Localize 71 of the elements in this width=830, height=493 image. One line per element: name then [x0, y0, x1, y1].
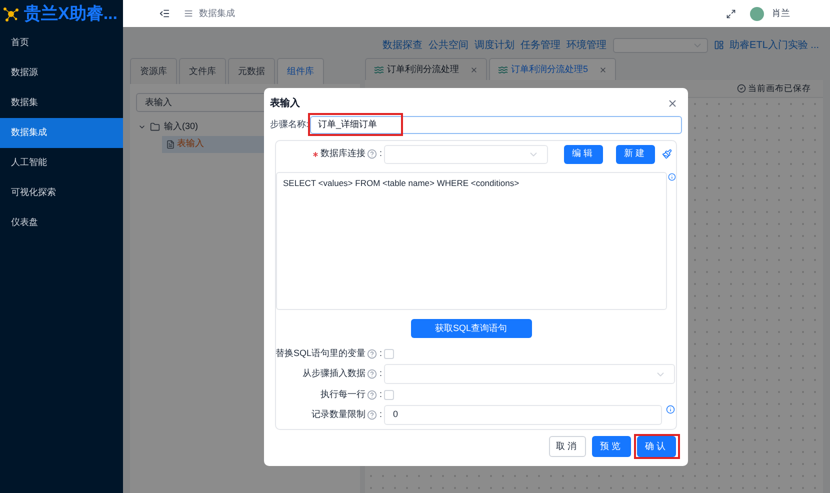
checkbox[interactable] [384, 349, 394, 359]
dialog-button[interactable]: 取消 [549, 436, 586, 457]
sidebar-item[interactable]: 人工智能 [0, 148, 123, 178]
label-colon: : [379, 388, 383, 402]
brand-title: 贵兰X助睿... [24, 3, 118, 26]
nav-link[interactable]: 环境管理 [566, 38, 607, 52]
project-link[interactable]: 助睿ETL入门实验 ... [730, 38, 819, 52]
action-button[interactable]: 编辑 [564, 144, 603, 164]
info-icon [668, 173, 676, 181]
collapse-menu-icon[interactable] [159, 8, 170, 19]
label-colon: : [379, 147, 383, 160]
flow-icon [498, 64, 508, 74]
field-label: 步骤名称: [270, 118, 310, 132]
nav-link[interactable]: 任务管理 [520, 38, 561, 52]
nav-link[interactable]: 调度计划 [474, 38, 515, 52]
library-tab[interactable]: 元数据 [228, 58, 275, 84]
breadcrumb[interactable]: 数据集成 [199, 6, 235, 20]
input-field[interactable]: 0 [384, 405, 662, 425]
folder-icon [150, 122, 160, 132]
fetch-sql-button[interactable]: 获取SQL查询语句 [410, 319, 532, 338]
canvas-tab[interactable]: 订单利润分流处理5 [489, 58, 616, 80]
canvas-tab[interactable]: 订单利润分流处理 [365, 58, 487, 80]
nav-link[interactable]: 公共空间 [428, 38, 469, 52]
sidebar-item[interactable]: 首页 [0, 28, 123, 58]
sidebar-item[interactable]: 可视化探索 [0, 178, 123, 208]
dialog-button[interactable]: 预览 [592, 436, 631, 457]
close-icon[interactable] [470, 66, 478, 74]
field-label: 替换SQL语句里的变量 [275, 347, 366, 360]
label-colon: : [379, 408, 383, 422]
user-name[interactable]: 肖兰 [772, 6, 790, 20]
select-field[interactable] [384, 144, 548, 164]
sidebar-item[interactable]: 数据集成 [0, 118, 123, 148]
panel-icon [714, 40, 724, 50]
flow-icon [374, 64, 384, 74]
select-field[interactable] [612, 38, 708, 52]
info-icon [666, 404, 675, 414]
field-label: 从步骤插入数据 [302, 367, 366, 380]
label-colon: : [379, 347, 383, 360]
dialog-title: 表输入 [270, 96, 300, 110]
help-icon [367, 149, 378, 159]
list-icon [184, 9, 193, 18]
help-icon [367, 390, 378, 400]
help-icon [367, 349, 378, 359]
step-name-field[interactable]: 订单_详细订单 [310, 116, 682, 134]
brush-icon[interactable] [662, 149, 672, 159]
checkbox[interactable] [384, 390, 394, 400]
help-icon [367, 369, 378, 379]
label-colon: : [379, 367, 383, 380]
save-status: 当前画布已保存 [748, 82, 811, 95]
field-label: 记录数量限制 [311, 408, 366, 422]
library-tab[interactable]: 资源库 [130, 58, 177, 84]
action-button[interactable]: 新建 [616, 144, 655, 164]
close-icon[interactable] [599, 66, 608, 74]
tree-item[interactable]: 输入(30) [164, 120, 198, 134]
nav-link[interactable]: 数据探查 [382, 38, 423, 52]
help-icon [367, 410, 378, 420]
table-icon [166, 140, 175, 148]
logo-icon [2, 5, 20, 23]
sidebar-item[interactable]: 数据集 [0, 88, 123, 118]
field-label: 执行每一行 [320, 388, 366, 402]
sql-editor[interactable]: SELECT <values> FROM <table name> WHERE <conditions> [276, 172, 668, 310]
check-circle-icon [737, 84, 746, 93]
library-tab[interactable]: 组件库 [277, 58, 324, 84]
select-field[interactable] [384, 364, 675, 384]
sidebar-item[interactable]: 仪表盘 [0, 208, 123, 238]
close-icon[interactable] [667, 98, 678, 108]
sidebar-item[interactable]: 数据源 [0, 58, 123, 88]
avatar[interactable] [750, 6, 764, 20]
library-tab[interactable]: 文件库 [179, 58, 226, 84]
field-label: 数据库连接 [320, 147, 366, 160]
fullscreen-icon[interactable] [726, 8, 736, 18]
